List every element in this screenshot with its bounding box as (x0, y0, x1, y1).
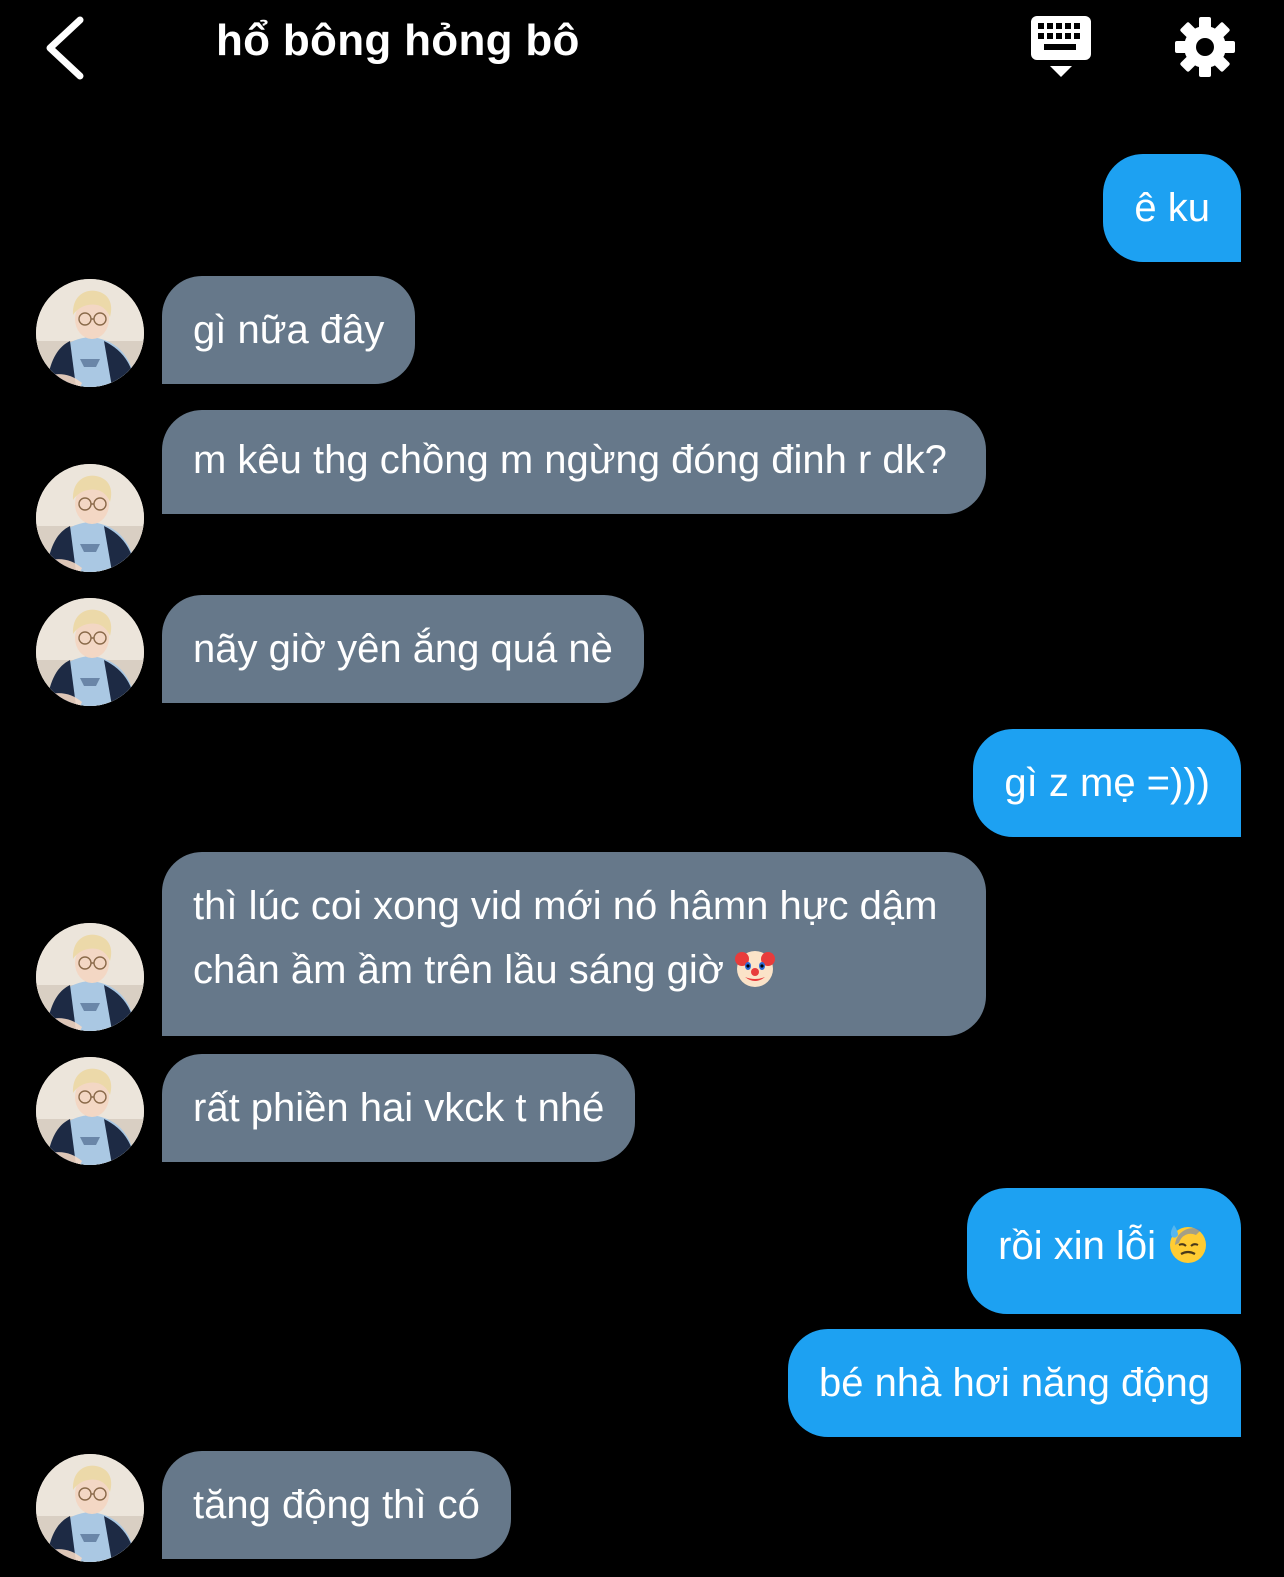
message-text: thì lúc coi xong vid mới nó hâmn hực dậm… (193, 884, 938, 992)
keyboard-toggle-button[interactable] (1028, 14, 1098, 80)
message-text: nãy giờ yên ắng quá nè (193, 627, 613, 671)
outgoing-message[interactable]: ê ku (1103, 154, 1241, 262)
outgoing-message[interactable]: gì z mẹ =))) (973, 729, 1241, 837)
incoming-message[interactable]: gì nữa đây (162, 276, 416, 384)
chat-screen: hổ bông hỏng bô ê ku gì nữa đây m kêu th… (0, 0, 1284, 1577)
incoming-message[interactable]: m kêu thg chồng m ngừng đóng đinh r dk? (162, 410, 986, 514)
message-text: gì nữa đây (193, 308, 385, 352)
incoming-message[interactable]: tăng động thì có (162, 1451, 511, 1559)
back-button[interactable] (40, 12, 100, 82)
keyboard-icon (1031, 16, 1091, 77)
chevron-left-icon (46, 16, 84, 80)
message-text: m kêu thg chồng m ngừng đóng đinh r dk? (193, 438, 947, 482)
conversation-title: hổ bông hỏng bô (216, 16, 580, 65)
avatar[interactable] (36, 464, 144, 572)
message-text: ê ku (1134, 186, 1210, 230)
incoming-message[interactable]: nãy giờ yên ắng quá nè (162, 595, 644, 703)
avatar[interactable] (36, 598, 144, 706)
message-text: bé nhà hơi năng động (818, 1361, 1210, 1405)
sad-sweat-face-icon (1166, 1221, 1210, 1280)
avatar[interactable] (36, 279, 144, 387)
avatar[interactable] (36, 1454, 144, 1562)
message-text: rất phiền hai vkck t nhé (193, 1086, 605, 1130)
outgoing-message[interactable]: rồi xin lỗi (967, 1188, 1241, 1314)
message-text: gì z mẹ =))) (1004, 761, 1210, 805)
message-text: rồi xin lỗi (998, 1224, 1156, 1268)
incoming-message[interactable]: rất phiền hai vkck t nhé (162, 1054, 636, 1162)
gear-icon (1175, 17, 1235, 77)
avatar[interactable] (36, 1057, 144, 1165)
avatar[interactable] (36, 923, 144, 1031)
outgoing-message[interactable]: bé nhà hơi năng động (787, 1329, 1241, 1437)
chat-header: hổ bông hỏng bô (0, 0, 1284, 100)
clown-face-icon (734, 944, 776, 1008)
message-text: tăng động thì có (193, 1483, 480, 1527)
incoming-message[interactable]: thì lúc coi xong vid mới nó hâmn hực dậm… (162, 852, 986, 1036)
settings-button[interactable] (1172, 14, 1238, 80)
